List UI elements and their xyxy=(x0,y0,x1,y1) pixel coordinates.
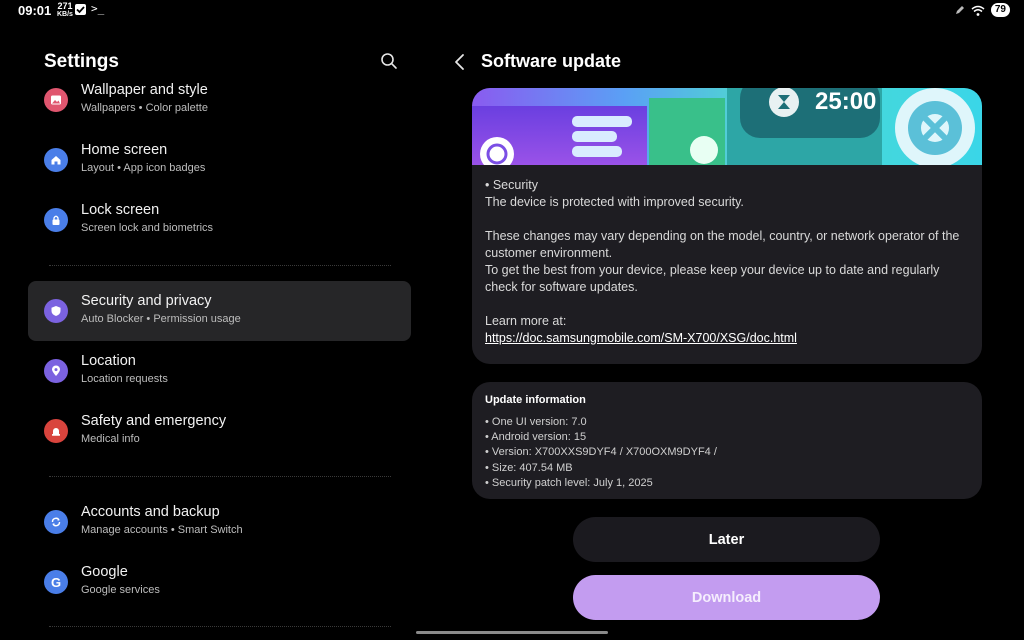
banner-illustration xyxy=(472,88,982,165)
image-icon xyxy=(44,88,68,112)
settings-item-subtitle: Medical info xyxy=(81,433,140,445)
update-info-item: • One UI version: 7.0 xyxy=(485,416,587,428)
settings-item-title: Accounts and backup xyxy=(81,504,220,520)
page-title: Software update xyxy=(481,51,622,71)
home-icon xyxy=(44,148,68,172)
search-icon xyxy=(381,53,397,69)
search-button[interactable] xyxy=(379,51,399,71)
settings-item-subtitle: Auto Blocker • Permission usage xyxy=(81,313,241,325)
update-advice-text: To get the best from your device, please… xyxy=(485,263,940,294)
later-button[interactable]: Later xyxy=(573,517,880,562)
settings-item-title: Google xyxy=(81,564,128,580)
settings-item-accounts-backup[interactable]: Accounts and backup Manage accounts • Sm… xyxy=(28,492,411,552)
battery-indicator: 79 xyxy=(990,3,1010,17)
location-pin-icon xyxy=(44,359,68,383)
shield-icon xyxy=(44,299,68,323)
settings-item-subtitle: Google services xyxy=(81,584,160,596)
update-notes: • Security The device is protected with … xyxy=(485,177,970,347)
update-info-item: • Security patch level: July 1, 2025 xyxy=(485,476,653,489)
settings-item-google[interactable]: G Google Google services xyxy=(28,552,411,612)
settings-item-title: Security and privacy xyxy=(81,293,212,309)
chevron-left-icon xyxy=(455,54,464,70)
update-info-title: Update information xyxy=(485,394,586,406)
settings-item-home-screen[interactable]: Home screen Layout • App icon badges xyxy=(28,130,411,190)
update-info-item: • Version: X700XXS9DYF4 / X700OXM9DYF4 / xyxy=(485,446,717,459)
navigation-handle[interactable] xyxy=(416,631,608,634)
sync-icon xyxy=(44,510,68,534)
divider xyxy=(49,626,391,627)
update-info-list: • One UI version: 7.0 • Android version:… xyxy=(485,415,717,491)
network-speed: 271 KB/s xyxy=(57,1,73,19)
settings-item-title: Safety and emergency xyxy=(81,413,227,429)
security-text: The device is protected with improved se… xyxy=(485,195,744,209)
security-heading: • Security xyxy=(485,178,539,192)
wifi-icon xyxy=(971,5,985,16)
learn-more-label: Learn more at: xyxy=(485,314,567,328)
settings-item-title: Home screen xyxy=(81,142,168,158)
clock: 09:01 xyxy=(18,3,52,18)
terminal-icon: >_ xyxy=(91,2,105,15)
settings-item-security-privacy[interactable]: Security and privacy Auto Blocker • Perm… xyxy=(28,281,411,341)
banner-timer-text: 25:00 xyxy=(815,88,877,115)
page-title: Settings xyxy=(44,51,119,72)
status-bar: 09:01 271 KB/s >_ 79 xyxy=(0,0,1024,22)
update-information-card: Update information • One UI version: 7.0… xyxy=(472,382,982,499)
settings-list[interactable]: Wallpaper and style Wallpapers • Color p… xyxy=(28,80,411,640)
disclaimer-text: These changes may vary depending on the … xyxy=(485,229,960,260)
download-button[interactable]: Download xyxy=(573,575,880,620)
divider xyxy=(49,265,391,266)
settings-item-subtitle: Wallpapers • Color palette xyxy=(81,102,208,114)
checkbox-notification-icon xyxy=(75,4,86,15)
update-info-item: • Android version: 15 xyxy=(485,431,587,444)
settings-item-lock-screen[interactable]: Lock screen Screen lock and biometrics xyxy=(28,190,411,250)
settings-item-location[interactable]: Location Location requests xyxy=(28,341,411,401)
update-banner-image: 25:00 xyxy=(472,88,982,165)
learn-more-link[interactable]: https://doc.samsungmobile.com/SM-X700/XS… xyxy=(485,331,797,345)
update-details-card: 25:00 • Security The device is protected… xyxy=(472,88,982,364)
divider xyxy=(49,476,391,477)
settings-item-wallpaper[interactable]: Wallpaper and style Wallpapers • Color p… xyxy=(28,80,411,130)
settings-item-subtitle: Manage accounts • Smart Switch xyxy=(81,524,243,536)
settings-item-title: Wallpaper and style xyxy=(81,82,208,98)
pen-icon xyxy=(955,6,964,14)
update-info-item: • Size: 407.54 MB xyxy=(485,461,573,474)
settings-item-subtitle: Screen lock and biometrics xyxy=(81,222,214,234)
google-icon: G xyxy=(44,570,68,594)
settings-item-title: Location xyxy=(81,353,136,369)
back-button[interactable] xyxy=(451,52,469,72)
settings-item-subtitle: Layout • App icon badges xyxy=(81,162,206,174)
lock-icon xyxy=(44,208,68,232)
settings-item-title: Lock screen xyxy=(81,202,160,218)
settings-item-safety-emergency[interactable]: Safety and emergency Medical info xyxy=(28,401,411,461)
siren-icon xyxy=(44,419,68,443)
settings-item-subtitle: Location requests xyxy=(81,373,168,385)
